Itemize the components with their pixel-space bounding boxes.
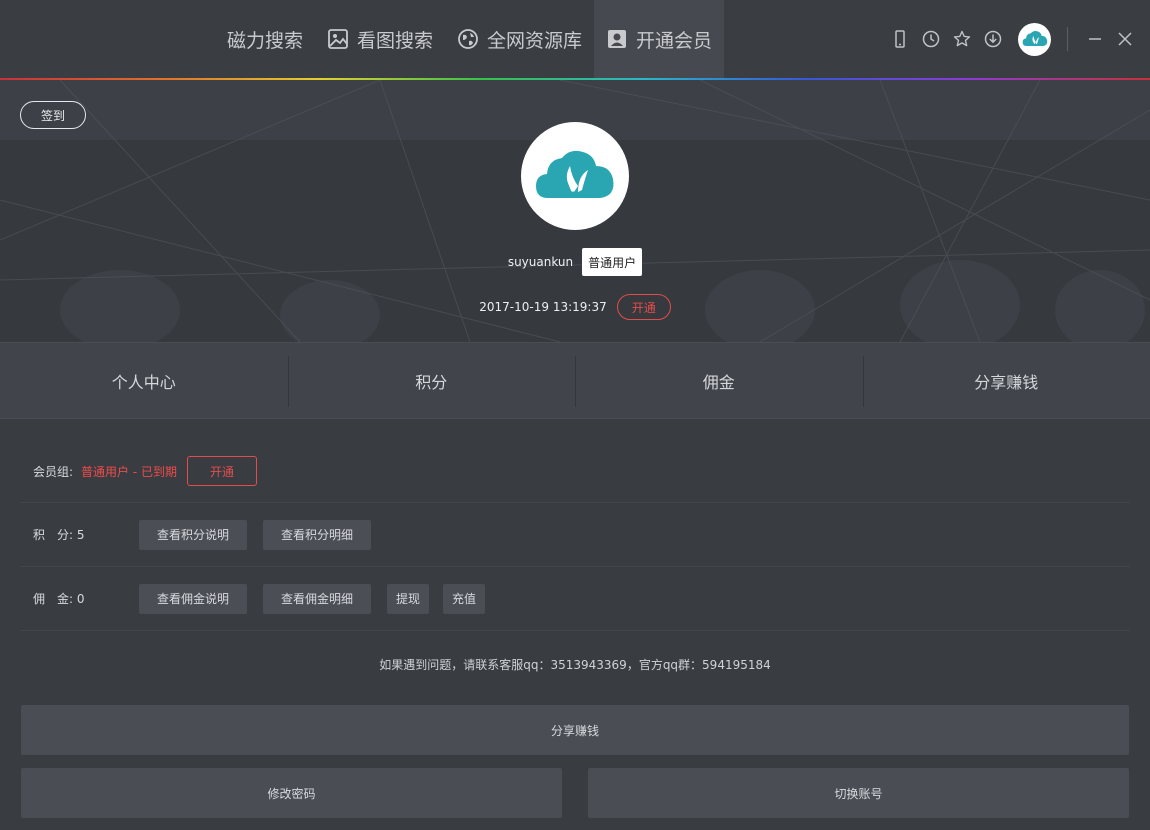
- nav-label: 看图搜索: [357, 29, 434, 52]
- points-label-wrap: 积 分: 5: [33, 526, 139, 543]
- nav-vip[interactable]: 开通会员: [594, 0, 725, 78]
- member-group-row: 会员组: 普通用户 - 已到期 开通: [20, 440, 1130, 503]
- avatar[interactable]: [1018, 22, 1051, 56]
- nav-label: 全网资源库: [487, 29, 583, 52]
- cloud-logo-icon: [1022, 31, 1047, 46]
- favorites-button[interactable]: [946, 24, 977, 55]
- signin-button[interactable]: 签到: [20, 101, 86, 129]
- clock-icon: [922, 30, 939, 48]
- star-icon: [953, 30, 970, 47]
- history-button[interactable]: [915, 24, 946, 55]
- user-row: suyuankun 普通用户: [0, 248, 1150, 276]
- points-label: 积 分:: [33, 528, 74, 542]
- divider: [1067, 27, 1068, 51]
- top-bar: 磁力搜索 看图搜索 全网资源库 开通会员: [0, 0, 1150, 78]
- switch-account-button[interactable]: 切换账号: [588, 768, 1129, 818]
- commission-detail-button[interactable]: 查看佣金明细: [263, 583, 372, 614]
- nav-image-search[interactable]: 看图搜索: [315, 0, 445, 78]
- tab-points[interactable]: 积分: [287, 343, 576, 418]
- commission-rules-button[interactable]: 查看佣金说明: [139, 583, 248, 614]
- tab-share-earn[interactable]: 分享赚钱: [862, 343, 1150, 418]
- profile-avatar[interactable]: [521, 122, 629, 230]
- points-row: 积 分: 5 查看积分说明 查看积分明细: [20, 503, 1130, 567]
- image-icon: [328, 29, 348, 49]
- mobile-button[interactable]: [884, 24, 915, 55]
- member-status: 普通用户 - 已到期: [81, 464, 178, 479]
- main-nav: 磁力搜索 看图搜索 全网资源库 开通会员: [215, 0, 725, 78]
- username: suyuankun: [507, 255, 574, 269]
- user-level-badge: 普通用户: [582, 248, 643, 276]
- expiry-date: 2017-10-19 13:19:37: [479, 300, 607, 314]
- nav-resource-library[interactable]: 全网资源库: [445, 0, 594, 78]
- commission-value: 0: [76, 592, 85, 606]
- commission-row: 佣 金: 0 查看佣金说明 查看佣金明细 提现 充值: [20, 567, 1130, 631]
- download-icon: [984, 30, 1001, 48]
- points-rules-button[interactable]: 查看积分说明: [139, 519, 248, 550]
- commission-label-wrap: 佣 金: 0: [33, 590, 139, 607]
- nav-label: 开通会员: [636, 29, 713, 52]
- close-button[interactable]: [1110, 24, 1140, 54]
- contact-info: 如果遇到问题，请联系客服qq：3513943369，官方qq群：59419518…: [379, 658, 771, 672]
- window-controls: [884, 0, 1150, 78]
- download-button[interactable]: [977, 24, 1008, 55]
- cloud-logo-icon: [536, 150, 614, 198]
- tab-personal-center[interactable]: 个人中心: [0, 343, 288, 418]
- user-card-icon: [608, 30, 627, 48]
- minimize-icon: [1089, 38, 1101, 40]
- tab-commission[interactable]: 佣金: [575, 343, 863, 418]
- points-detail-button[interactable]: 查看积分明细: [263, 519, 372, 550]
- points-value: 5: [76, 528, 85, 542]
- change-password-button[interactable]: 修改密码: [21, 768, 562, 818]
- withdraw-button[interactable]: 提现: [387, 583, 430, 614]
- section-tabs: 个人中心 积分 佣金 分享赚钱: [0, 342, 1150, 419]
- open-vip-button[interactable]: 开通: [616, 294, 671, 320]
- nav-label: 磁力搜索: [227, 29, 304, 52]
- globe-icon: [458, 29, 478, 49]
- account-info: 会员组: 普通用户 - 已到期 开通 积 分: 5 查看积分说明 查看积分明细 …: [20, 440, 1130, 631]
- mobile-icon: [894, 30, 905, 48]
- close-icon: [1118, 32, 1132, 46]
- commission-label: 佣 金:: [33, 592, 74, 606]
- profile-header: 签到 suyuankun 普通用户 2017-10-19 13:19:37 开通: [0, 80, 1150, 342]
- member-group-label: 会员组:: [33, 464, 74, 479]
- recharge-button[interactable]: 充值: [443, 583, 486, 614]
- expiry-row: 2017-10-19 13:19:37 开通: [0, 294, 1150, 320]
- minimize-button[interactable]: [1080, 24, 1110, 54]
- nav-magnet-search[interactable]: 磁力搜索: [215, 0, 315, 78]
- share-earn-button[interactable]: 分享赚钱: [21, 705, 1129, 755]
- member-open-button[interactable]: 开通: [187, 456, 258, 486]
